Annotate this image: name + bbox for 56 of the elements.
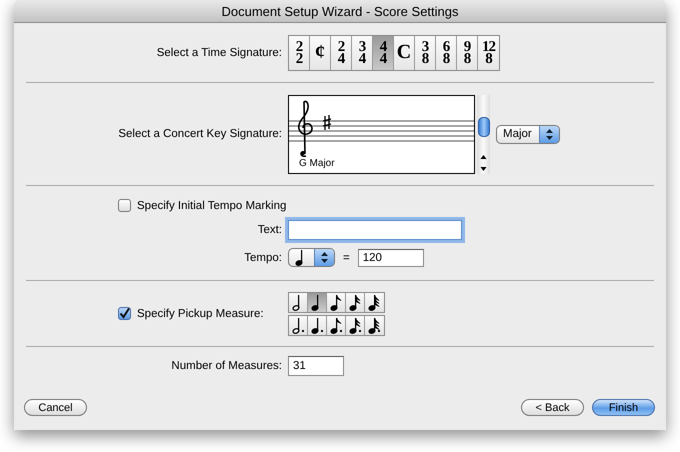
time-signature-option[interactable]: 3 4 xyxy=(352,36,373,70)
note-value-button[interactable] xyxy=(308,316,327,334)
dotted-note-icon xyxy=(348,316,362,334)
key-name: G Major xyxy=(299,158,335,168)
pickup-measure-label: Specify Pickup Measure: xyxy=(137,308,264,320)
dotted-note-icon xyxy=(330,316,342,334)
key-scrollbar[interactable] xyxy=(477,94,490,174)
note-value-button[interactable] xyxy=(365,292,384,312)
time-signature-option[interactable]: 9 8 xyxy=(457,36,478,70)
dotted-note-icon xyxy=(310,316,324,334)
time-signature-option[interactable]: C xyxy=(394,36,415,70)
note-icon xyxy=(348,294,362,310)
time-signature-label: Select a Time Signature: xyxy=(156,46,282,58)
finish-button[interactable]: Finish xyxy=(592,399,655,416)
note-value-button[interactable] xyxy=(289,316,308,334)
note-value-button[interactable] xyxy=(365,316,384,334)
note-value-button[interactable] xyxy=(346,292,365,312)
checkbox[interactable] xyxy=(118,199,131,212)
note-icon xyxy=(368,294,381,310)
tempo-marking-label: Specify Initial Tempo Marking xyxy=(137,200,286,212)
time-signature-option[interactable]: 4 4 xyxy=(373,36,394,70)
measures-label: Number of Measures: xyxy=(170,360,282,372)
stepper-arrows-icon xyxy=(546,128,553,140)
time-signature-option[interactable]: 3 8 xyxy=(415,36,436,70)
scroll-thumb[interactable] xyxy=(478,116,490,136)
text-field[interactable] xyxy=(288,220,462,240)
back-button[interactable]: < Back xyxy=(521,399,584,416)
checkbox[interactable] xyxy=(118,307,131,320)
equals-sign: = xyxy=(343,252,350,264)
time-signature-option[interactable]: 6 8 xyxy=(436,36,457,70)
note-dropdown[interactable] xyxy=(288,248,335,267)
note-value-button[interactable] xyxy=(289,292,308,312)
scroll-arrows-icon[interactable] xyxy=(480,154,487,170)
tempo-label: Tempo: xyxy=(243,252,282,264)
mode-dropdown[interactable]: Major xyxy=(496,124,560,144)
sharp-icon xyxy=(323,114,332,130)
note-value-button[interactable] xyxy=(327,292,346,312)
cancel-button[interactable]: Cancel xyxy=(24,399,87,416)
time-signature-option[interactable]: 12 8 xyxy=(478,36,499,70)
time-signature-option[interactable]: 2 2 xyxy=(289,36,310,70)
measures-field[interactable]: 31 xyxy=(288,356,344,376)
key-signature-label: Select a Concert Key Signature: xyxy=(117,128,282,140)
tempo-field[interactable]: 120 xyxy=(358,248,424,266)
time-signature-option[interactable]: ¢ xyxy=(310,36,331,70)
note-icon xyxy=(330,294,342,310)
note-value-button[interactable] xyxy=(327,316,346,334)
dotted-note-icon xyxy=(368,316,381,334)
note-value-button[interactable] xyxy=(346,316,365,334)
note-value-button[interactable] xyxy=(308,292,327,312)
window-title: Document Setup Wizard - Score Settings xyxy=(222,4,458,18)
stepper-arrows-icon xyxy=(321,252,328,263)
time-signature-option[interactable]: 2 4 xyxy=(331,36,352,70)
treble-clef-icon xyxy=(297,100,313,158)
text-label: Text: xyxy=(256,224,282,236)
staff-display[interactable]: G Major xyxy=(288,94,475,174)
dotted-note-icon xyxy=(292,316,304,334)
